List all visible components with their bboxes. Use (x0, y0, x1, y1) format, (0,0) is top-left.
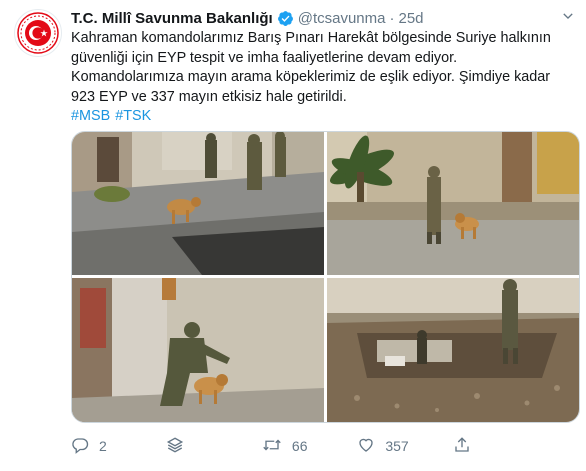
stack-icon (166, 436, 194, 457)
like-count: 357 (385, 438, 409, 454)
reply-button[interactable]: 2 (71, 436, 166, 457)
tweet-text-paragraph-2: Komandolarımıza mayın arama köpeklerimiz… (71, 69, 551, 105)
verified-icon (277, 10, 294, 27)
retweet-icon (262, 436, 292, 457)
stack-button[interactable] (166, 436, 261, 457)
separator-dot: · (389, 9, 395, 27)
account-name[interactable]: T.C. Millî Savunma Bakanlığı (71, 10, 273, 27)
photo-soldier-kneeling-dog[interactable] (72, 278, 324, 422)
media-grid (71, 131, 580, 423)
reply-count: 2 (99, 438, 107, 454)
tweet-timestamp[interactable]: 25d (398, 10, 423, 27)
tweet-card: T.C. Millî Savunma Bakanlığı @tcsavunma … (0, 0, 586, 471)
ministry-emblem-icon (17, 12, 59, 54)
avatar[interactable] (14, 9, 62, 57)
hashtag-row: #MSB #TSK (71, 107, 576, 127)
tweet-text: Kahraman komandolarımız Barış Pınarı Har… (71, 29, 576, 127)
retweet-button[interactable]: 66 (262, 436, 357, 457)
action-bar: 2 66 357 (71, 432, 491, 460)
like-icon (357, 436, 385, 457)
reply-icon (71, 436, 99, 457)
photo-street-soldiers-dog[interactable] (72, 132, 324, 275)
share-button[interactable] (453, 436, 491, 457)
photo-trench-soldier-dog[interactable] (327, 278, 579, 422)
tweet-header: T.C. Millî Savunma Bakanlığı @tcsavunma … (71, 8, 576, 28)
like-button[interactable]: 357 (357, 436, 452, 457)
hashtag-msb[interactable]: #MSB (71, 108, 110, 124)
photo-palm-soldier-dog[interactable] (327, 132, 579, 275)
hashtag-tsk[interactable]: #TSK (115, 108, 151, 124)
share-icon (453, 436, 481, 457)
retweet-count: 66 (291, 438, 308, 454)
caret-down-icon[interactable] (560, 8, 576, 28)
account-handle[interactable]: @tcsavunma (298, 10, 386, 27)
tweet-text-paragraph-1: Kahraman komandolarımız Barış Pınarı Har… (71, 30, 551, 66)
